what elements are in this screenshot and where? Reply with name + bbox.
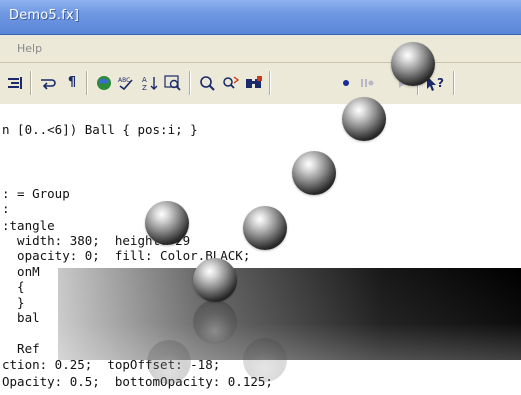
ball[interactable] bbox=[193, 258, 237, 302]
code-line: bal bbox=[2, 310, 40, 325]
menu-item-help[interactable]: Help bbox=[17, 42, 42, 55]
pause-icon[interactable] bbox=[356, 74, 376, 92]
globe-icon[interactable] bbox=[94, 74, 114, 92]
toolbar-separator bbox=[86, 71, 88, 95]
ball-reflection bbox=[147, 340, 191, 384]
zoom-icon[interactable] bbox=[163, 74, 183, 92]
code-line: Ref bbox=[2, 341, 40, 356]
toolbar-separator bbox=[30, 71, 32, 95]
code-line: } bbox=[2, 295, 25, 310]
toolbar-separator bbox=[453, 71, 455, 95]
ball-reflection bbox=[243, 338, 287, 382]
code-line: : bbox=[2, 201, 10, 216]
window-titlebar[interactable]: Demo5.fx] bbox=[0, 0, 521, 35]
replace-icon[interactable] bbox=[221, 74, 241, 92]
ball[interactable] bbox=[145, 201, 189, 245]
svg-text:A: A bbox=[142, 76, 147, 84]
spellcheck-icon[interactable]: ABC bbox=[116, 74, 136, 92]
code-line: { bbox=[2, 279, 25, 294]
binoculars-icon[interactable] bbox=[244, 74, 264, 92]
code-line: :tangle bbox=[2, 218, 55, 233]
wrap-icon[interactable] bbox=[38, 74, 58, 92]
svg-text:?: ? bbox=[437, 76, 444, 90]
ball[interactable] bbox=[292, 151, 336, 195]
window-title: Demo5.fx] bbox=[9, 8, 80, 23]
find-icon[interactable] bbox=[198, 74, 218, 92]
ball[interactable] bbox=[243, 206, 287, 250]
record-icon[interactable] bbox=[336, 74, 356, 92]
sort-icon[interactable]: AZ bbox=[140, 74, 160, 92]
align-right-icon[interactable] bbox=[5, 74, 25, 92]
toolbar-separator bbox=[269, 71, 271, 95]
ball[interactable] bbox=[342, 97, 386, 141]
toolbar-separator bbox=[189, 71, 191, 95]
menu-bar: Help bbox=[0, 35, 521, 63]
paragraph-icon[interactable]: ¶ bbox=[62, 74, 82, 92]
reflection-fade-overlay bbox=[58, 268, 521, 360]
toolbar: ¶ ABC AZ ? bbox=[0, 63, 521, 105]
code-line: : = Group bbox=[2, 186, 70, 201]
ball[interactable] bbox=[391, 42, 435, 86]
ball-reflection bbox=[193, 300, 237, 344]
code-line: Opacity: 0.5; bottomOpacity: 0.125; bbox=[2, 374, 273, 389]
code-line: onM bbox=[2, 264, 40, 279]
svg-text:Z: Z bbox=[142, 84, 147, 92]
code-line: n [0..<6]) Ball { pos:i; } bbox=[2, 122, 198, 137]
